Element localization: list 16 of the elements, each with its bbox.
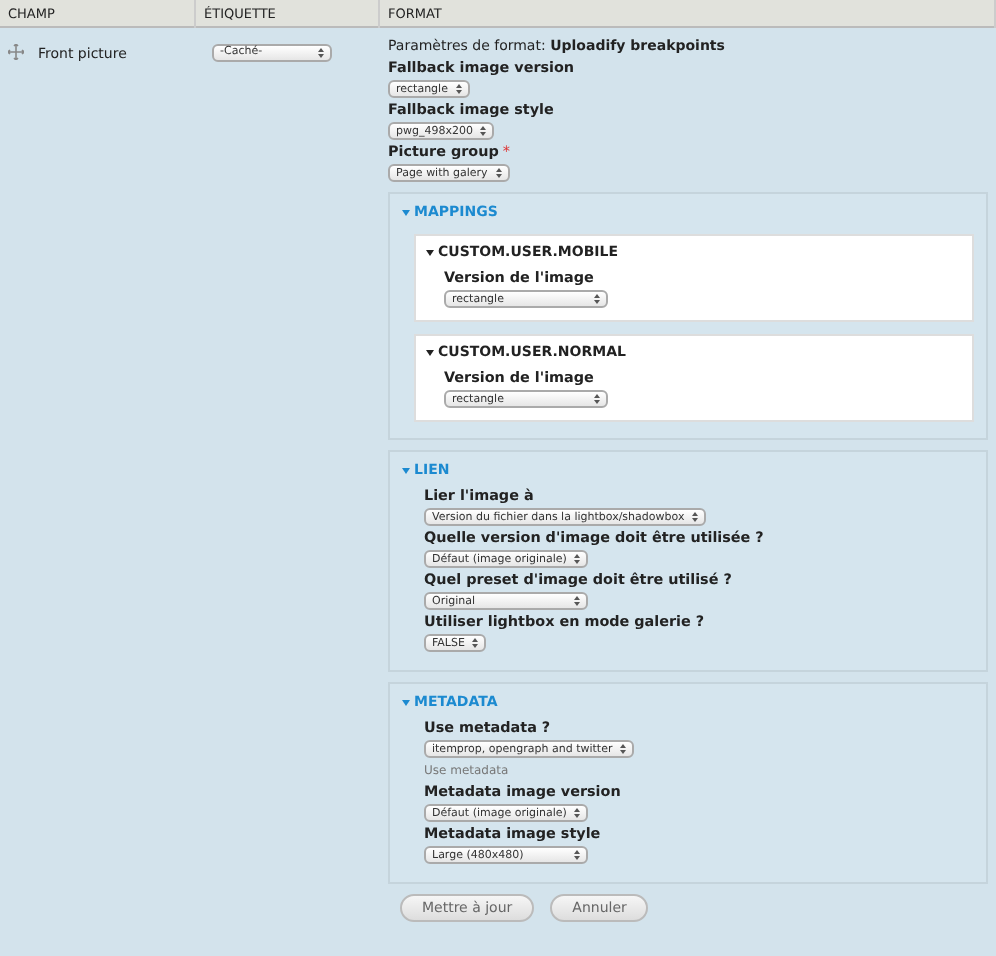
select-arrows-icon bbox=[574, 596, 580, 606]
select-arrows-icon bbox=[594, 394, 600, 404]
select-arrows-icon bbox=[455, 84, 462, 94]
triangle-icon[interactable] bbox=[426, 250, 434, 256]
select-arrows-icon bbox=[574, 808, 581, 818]
select-arrows-icon bbox=[318, 47, 324, 57]
select-arrows-icon bbox=[692, 512, 699, 522]
select-arrows-icon bbox=[495, 168, 502, 178]
select-arrows-icon bbox=[574, 850, 580, 860]
select-arrows-icon bbox=[594, 294, 600, 304]
select-arrows-icon bbox=[472, 638, 479, 648]
triangle-icon[interactable] bbox=[426, 350, 434, 356]
select-arrows-icon bbox=[574, 554, 581, 564]
drag-handle-icon[interactable] bbox=[8, 44, 24, 60]
select-arrows-icon bbox=[480, 126, 487, 136]
select-arrows-icon bbox=[620, 744, 627, 754]
